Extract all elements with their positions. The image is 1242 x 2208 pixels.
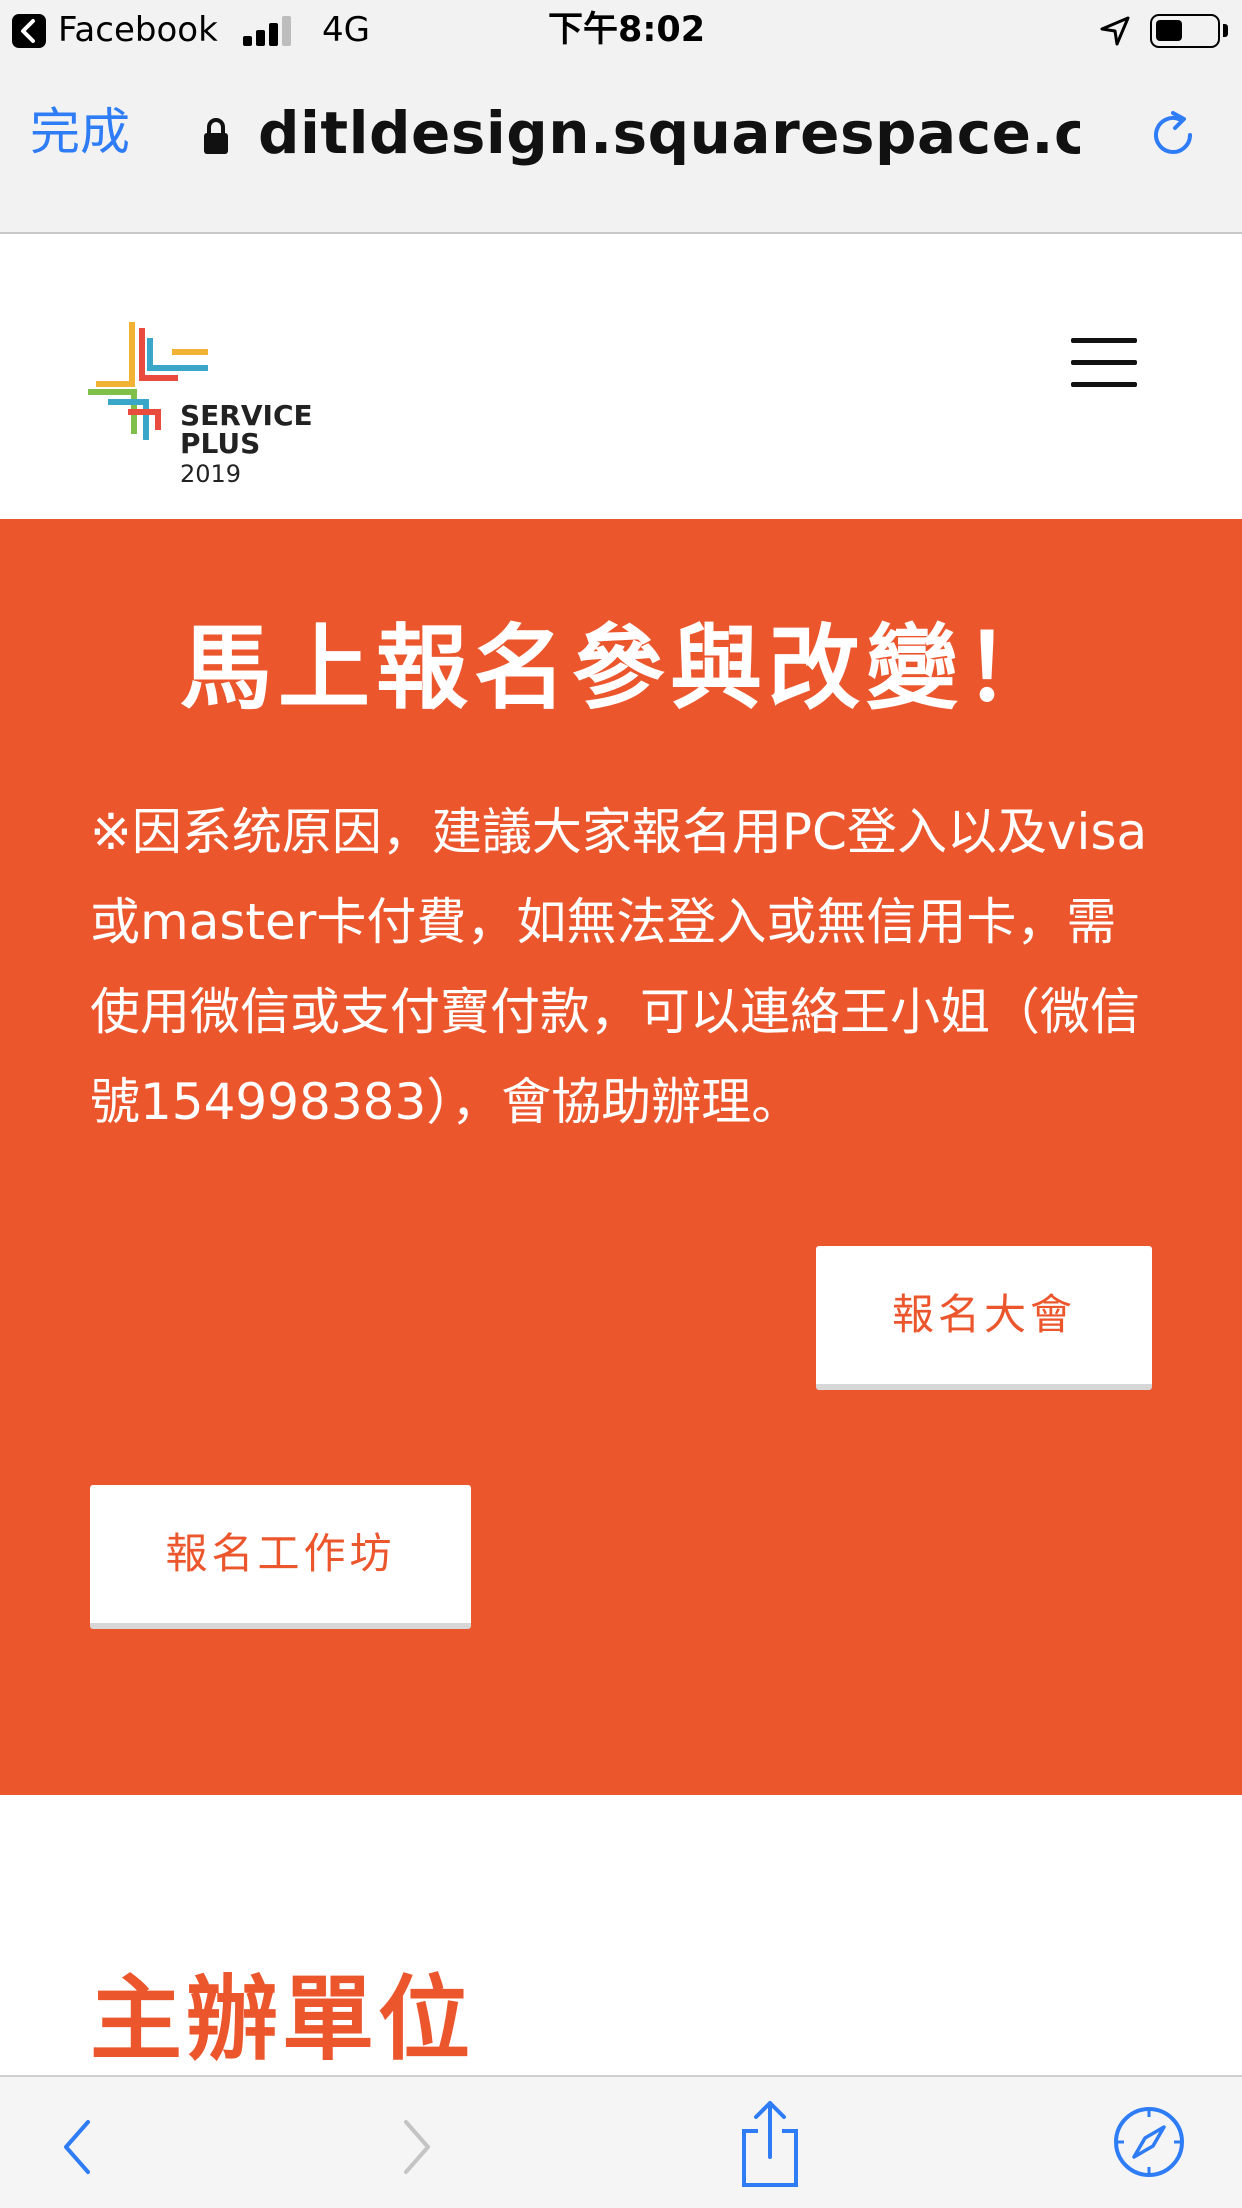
signal-icon xyxy=(243,16,295,46)
done-button[interactable]: 完成 xyxy=(30,100,130,164)
status-bar: Facebook 4G 下午8:02 xyxy=(0,0,1242,62)
location-arrow-icon xyxy=(1100,16,1130,46)
organizer-heading: 主辦單位 xyxy=(90,1966,475,2073)
reload-icon[interactable] xyxy=(1146,108,1200,162)
clock: 下午8:02 xyxy=(548,10,706,50)
lock-icon xyxy=(204,118,228,154)
forward-icon[interactable] xyxy=(396,2117,436,2177)
payment-notice: ※因系统原因，建議大家報名用PC登入以及visa或master卡付費，如無法登入… xyxy=(90,803,1148,1131)
network-type: 4G xyxy=(322,10,370,50)
menu-icon[interactable] xyxy=(1071,338,1137,388)
share-icon[interactable] xyxy=(738,2099,802,2189)
browser-url-bar: 完成 ditldesign.squarespace.com xyxy=(0,62,1242,234)
safari-compass-icon[interactable] xyxy=(1112,2105,1186,2179)
registration-section: 馬上報名參與改變！ ※因系统原因，建議大家報名用PC登入以及visa或maste… xyxy=(0,519,1242,1795)
battery-icon xyxy=(1150,14,1220,48)
back-to-app-icon[interactable] xyxy=(12,14,46,48)
back-icon[interactable] xyxy=(58,2117,98,2177)
battery-cap xyxy=(1223,24,1228,37)
site-header: SERVICE PLUS 2019 xyxy=(0,234,1242,519)
register-workshop-button[interactable]: 報名工作坊 xyxy=(90,1485,471,1629)
logo-year: 2019 xyxy=(180,460,242,488)
registration-headline: 馬上報名參與改變！ xyxy=(179,615,1062,722)
url-field[interactable]: ditldesign.squarespace.com xyxy=(258,98,1080,168)
browser-toolbar xyxy=(0,2075,1242,2208)
back-app-label[interactable]: Facebook xyxy=(58,8,218,52)
service-plus-logo[interactable]: SERVICE PLUS 2019 xyxy=(88,322,328,488)
logo-wordmark: SERVICE PLUS xyxy=(180,399,313,460)
register-conference-button[interactable]: 報名大會 xyxy=(816,1246,1152,1390)
